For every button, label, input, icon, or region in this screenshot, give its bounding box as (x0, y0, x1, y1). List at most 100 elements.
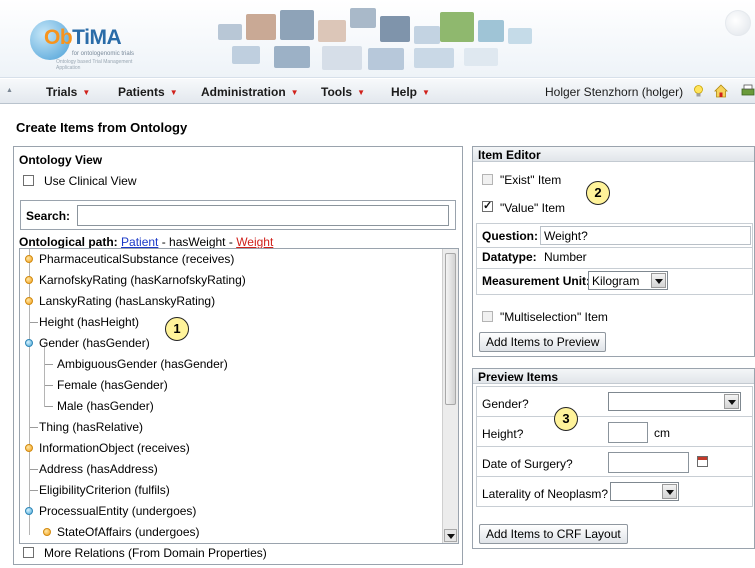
tree-node[interactable]: LanskyRating (hasLanskyRating) (20, 291, 440, 312)
preview-label: Gender? (482, 397, 529, 411)
question-input[interactable] (540, 226, 751, 245)
value-item-label: "Value" Item (500, 201, 565, 215)
current-user-label[interactable]: Holger Stenzhorn (holger) (545, 85, 683, 99)
menu-help[interactable]: Help ▼ (391, 85, 430, 99)
menu-collapse-icon[interactable]: ▲ (6, 87, 13, 94)
ontology-tree: PharmaceuticalSubstance (receives) Karno… (19, 248, 459, 544)
preview-items-title: Preview Items (473, 369, 754, 384)
use-clinical-view-label: Use Clinical View (44, 174, 137, 188)
tree-node[interactable]: KarnofskyRating (hasKarnofskyRating) (20, 270, 440, 291)
question-label: Question: (482, 229, 538, 243)
add-items-to-preview-button[interactable]: Add Items to Preview (479, 332, 607, 352)
date-of-surgery-input[interactable] (608, 452, 689, 473)
callout-marker-3: 3 (554, 407, 578, 431)
expandable-node-icon (25, 444, 33, 452)
exist-item-label: "Exist" Item (500, 173, 562, 187)
scrollbar-thumb[interactable] (445, 253, 456, 405)
header-orb-decoration (725, 10, 751, 36)
preview-row-gender: Gender? (476, 386, 753, 417)
tree-node[interactable]: Height (hasHeight) (20, 312, 440, 333)
tree-node[interactable]: StateOfAffairs (undergoes) (20, 522, 440, 543)
multiselection-item-label: "Multiselection" Item (500, 310, 608, 324)
preview-row-height: Height? cm (476, 416, 753, 447)
ontology-view-title: Ontology View (19, 153, 103, 167)
expandable-node-icon (25, 276, 33, 284)
callout-marker-1: 1 (165, 317, 189, 341)
measurement-unit-row: Measurement Unit: Kilogram (476, 268, 753, 295)
tree-node[interactable]: AmbiguousGender (hasGender) (20, 354, 440, 375)
exist-item-checkbox[interactable] (482, 174, 493, 185)
value-item-checkbox[interactable] (482, 199, 493, 212)
ontological-path: Ontological path: Patient - hasWeight - … (19, 235, 273, 249)
search-label: Search: (26, 209, 71, 223)
main-menu-bar: ▲ Trials ▼ Patients ▼ Administration ▼ Tool… (0, 79, 755, 104)
scroll-down-arrow-icon[interactable] (444, 529, 457, 542)
search-input[interactable] (77, 205, 449, 226)
gender-select[interactable] (608, 392, 741, 411)
tree-node[interactable]: Female (hasGender) (20, 375, 440, 396)
ontological-path-label: Ontological path: (19, 235, 118, 249)
tree-node[interactable]: Address (hasAddress) (20, 459, 440, 480)
banner-photo-collage (218, 6, 538, 72)
ontology-view-panel: Ontology View Use Clinical View Search: … (13, 146, 463, 565)
dropdown-arrow-icon (724, 394, 739, 409)
item-editor-title: Item Editor (473, 147, 754, 162)
more-relations-label: More Relations (From Domain Properties) (44, 546, 267, 560)
callout-marker-2: 2 (586, 181, 610, 205)
tree-node[interactable]: InformationObject (receives) (20, 438, 440, 459)
height-unit: cm (654, 426, 670, 440)
expanded-node-icon (25, 507, 33, 515)
multiselection-item-checkbox[interactable] (482, 311, 493, 322)
laterality-select[interactable] (610, 482, 679, 501)
logo-subtitle: for ontologenomic trials (72, 51, 135, 57)
chevron-down-icon: ▼ (82, 88, 91, 97)
home-icon[interactable] (714, 84, 728, 98)
tree-node[interactable]: PharmaceuticalSubstance (receives) (20, 249, 440, 270)
page-title: Create Items from Ontology (16, 120, 188, 135)
chevron-down-icon: ▼ (357, 88, 366, 97)
calendar-icon[interactable] (697, 456, 708, 467)
tree-node[interactable]: Thing (hasRelative) (20, 417, 440, 438)
measurement-unit-select[interactable]: Kilogram (588, 271, 668, 290)
search-box: Search: (20, 200, 456, 230)
preview-row-date-of-surgery: Date of Surgery? (476, 446, 753, 477)
chevron-down-icon: ▼ (422, 88, 430, 97)
datatype-value: Number (544, 250, 587, 264)
menu-patients[interactable]: Patients ▼ (118, 85, 178, 99)
tree-scrollbar[interactable] (442, 249, 458, 543)
obtima-logo[interactable]: ObTiMA for ontologenomic trials Ontology… (22, 14, 152, 71)
menu-trials[interactable]: Trials ▼ (46, 85, 90, 99)
preview-row-laterality: Laterality of Neoplasm? (476, 476, 753, 507)
use-clinical-view-checkbox[interactable] (23, 175, 34, 186)
datatype-row: Datatype: Number (476, 247, 753, 269)
preview-label: Height? (482, 427, 524, 441)
lightbulb-icon[interactable] (693, 85, 704, 98)
path-relation: - hasWeight - (158, 235, 237, 249)
preview-items-panel: Preview Items Gender? Height? cm Date of… (472, 368, 755, 549)
dropdown-arrow-icon (651, 273, 666, 288)
expanded-node-icon (25, 339, 33, 347)
tree-node[interactable]: Male (hasGender) (20, 396, 440, 417)
path-link-patient[interactable]: Patient (121, 235, 158, 249)
logo-wordmark: ObTiMA (44, 26, 122, 49)
datatype-label: Datatype: (482, 250, 537, 264)
tree-node[interactable]: ProcessualEntity (undergoes) (20, 501, 440, 522)
print-icon[interactable] (741, 84, 755, 98)
add-items-to-crf-layout-button[interactable]: Add Items to CRF Layout (479, 524, 628, 544)
preview-label: Date of Surgery? (482, 457, 573, 471)
tree-node[interactable]: Gender (hasGender) (20, 333, 440, 354)
measurement-unit-label: Measurement Unit: (482, 274, 591, 288)
logo-tagline: Ontology based Trial Management Applicat… (56, 59, 133, 71)
chevron-down-icon: ▼ (290, 88, 299, 97)
chevron-down-icon: ▼ (169, 88, 178, 97)
menu-administration[interactable]: Administration ▼ (201, 85, 299, 99)
item-editor-panel: Item Editor "Exist" Item "Value" Item Qu… (472, 146, 755, 357)
tree-node[interactable]: EligibilityCriterion (fulfils) (20, 480, 440, 501)
expandable-node-icon (25, 297, 33, 305)
more-relations-checkbox[interactable] (23, 547, 34, 558)
height-input[interactable] (608, 422, 648, 443)
path-link-weight[interactable]: Weight (236, 235, 273, 249)
menu-tools[interactable]: Tools ▼ (321, 85, 365, 99)
question-row: Question: (476, 223, 753, 248)
expandable-node-icon (25, 255, 33, 263)
